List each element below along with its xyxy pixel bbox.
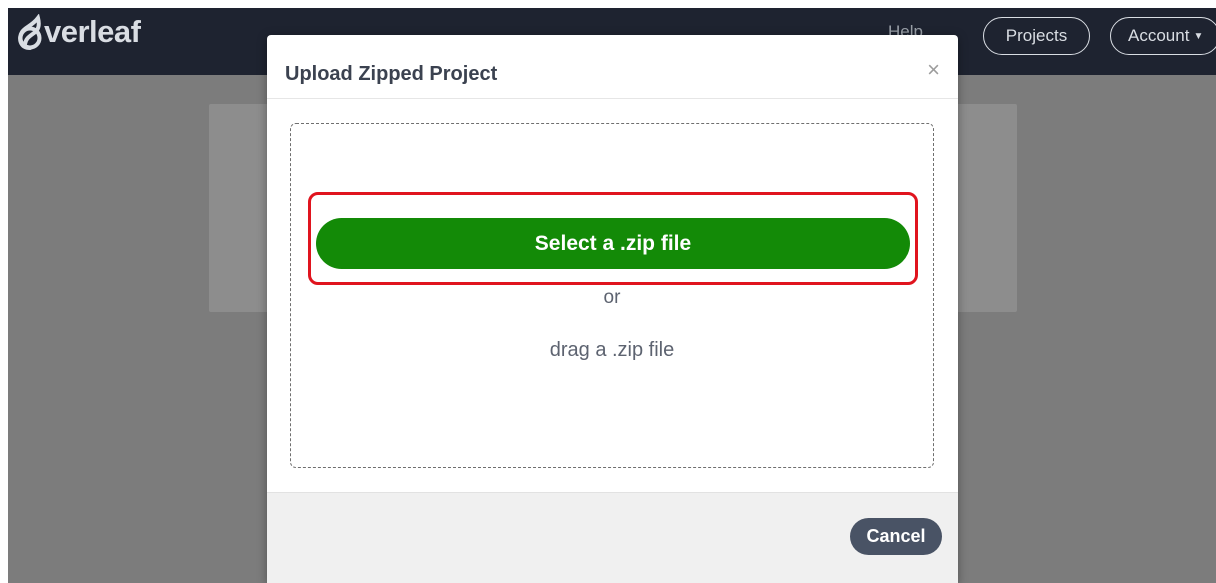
select-zip-file-button[interactable]: Select a .zip file <box>316 218 910 269</box>
projects-label: Projects <box>1005 26 1068 45</box>
caret-down-icon: ▼ <box>1193 30 1204 42</box>
cancel-label: Cancel <box>866 526 926 546</box>
projects-button[interactable]: Projects <box>983 17 1090 55</box>
or-text: or <box>603 287 621 308</box>
modal-footer: Cancel <box>267 492 958 583</box>
close-icon[interactable]: × <box>927 57 940 83</box>
overleaf-leaf-icon <box>18 14 42 50</box>
page: verleaf Help Projects Account ▼ Upload Z… <box>8 8 1216 583</box>
drag-zip-text: drag a .zip file <box>549 339 675 361</box>
account-dropdown-button[interactable]: Account ▼ <box>1110 17 1216 55</box>
modal-title: Upload Zipped Project <box>285 63 498 85</box>
account-label: Account <box>1128 26 1190 45</box>
overleaf-logo[interactable]: verleaf <box>16 12 141 52</box>
upload-zip-modal: Upload Zipped Project × Select a .zip fi… <box>267 35 958 583</box>
select-zip-file-label: Select a .zip file <box>534 231 692 255</box>
logo-text: verleaf <box>44 14 141 49</box>
cancel-button[interactable]: Cancel <box>850 518 942 555</box>
file-dropzone[interactable]: Select a .zip file or drag a .zip file <box>290 123 934 468</box>
modal-header: Upload Zipped Project × <box>267 35 958 99</box>
